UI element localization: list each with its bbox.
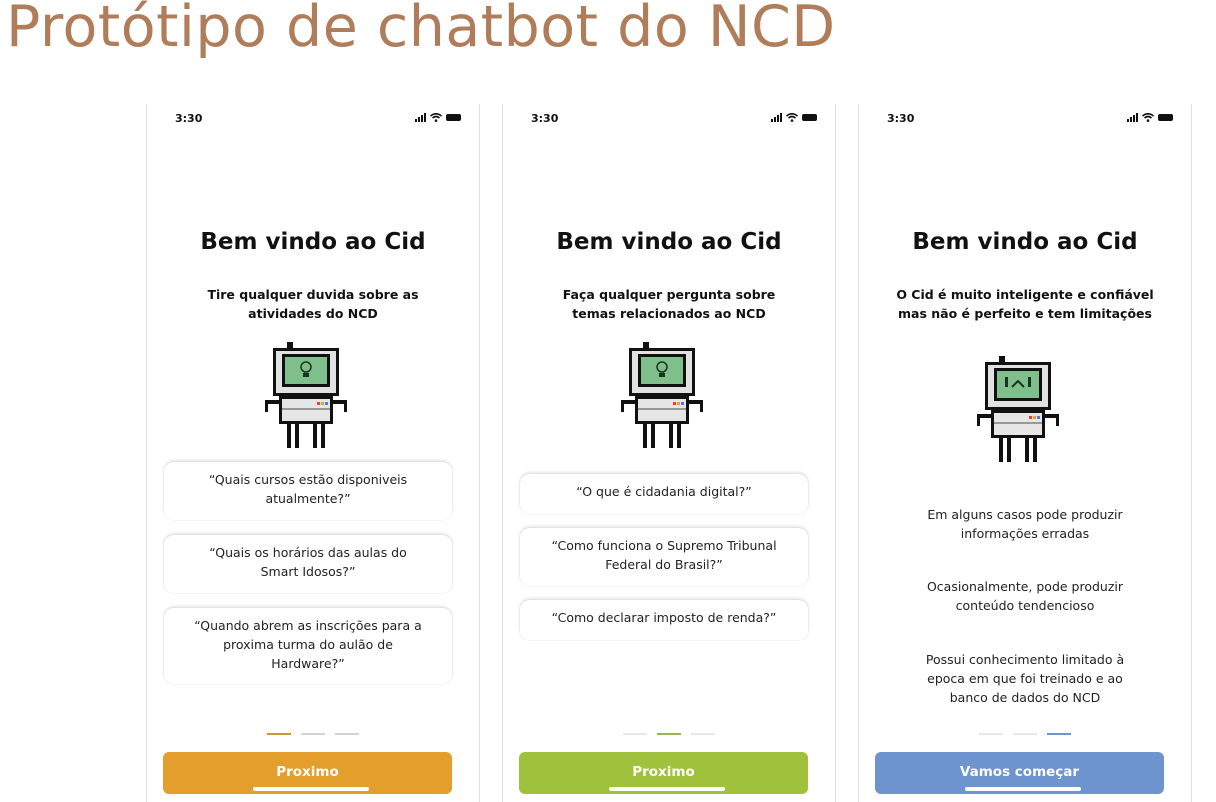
page-dot	[301, 733, 325, 735]
status-icons	[1127, 113, 1173, 122]
wifi-icon	[430, 113, 442, 122]
signal-icon	[1127, 113, 1138, 122]
robot-lightbulb-icon	[265, 342, 347, 448]
robot-lightbulb-icon	[621, 342, 703, 448]
subtitle: Tire qualquer duvida sobre as atividades…	[207, 287, 419, 321]
robot-sad-face-icon	[977, 356, 1059, 462]
wifi-icon	[1142, 113, 1154, 122]
example-question-card[interactable]: “Como funciona o Supremo Tribunal Federa…	[520, 528, 808, 586]
home-indicator	[253, 787, 369, 791]
subtitle: Faça qualquer pergunta sobre temas relac…	[562, 287, 776, 321]
status-time: 3:30	[175, 112, 203, 125]
page-indicator	[859, 733, 1191, 735]
welcome-heading: Bem vindo ao Cid	[556, 229, 782, 255]
page-indicator	[147, 733, 479, 735]
limitation-item: Ocasionalmente, pode produzir conteúdo t…	[926, 579, 1124, 613]
page-dot	[623, 733, 647, 735]
battery-icon	[1158, 114, 1173, 121]
page-dot	[979, 733, 1003, 735]
home-indicator	[965, 787, 1081, 791]
welcome-heading: Bem vindo ao Cid	[200, 229, 426, 255]
subtitle: O Cid é muito inteligente e confiável ma…	[896, 287, 1154, 321]
status-icons	[771, 113, 817, 122]
example-question-card[interactable]: “O que é cidadania digital?”	[520, 474, 808, 514]
status-time: 3:30	[887, 112, 915, 125]
example-question-card[interactable]: “Quais os horários das aulas do Smart Id…	[164, 535, 452, 593]
status-icons	[415, 113, 461, 122]
status-time: 3:30	[531, 112, 559, 125]
home-indicator	[609, 787, 725, 791]
page-dot-active	[1047, 733, 1071, 735]
limitation-item: Possui conhecimento limitado à epoca em …	[925, 652, 1125, 705]
page-indicator	[503, 733, 835, 735]
phone-screen-3: 3:30 Bem vindo ao Cid O Cid é muito inte…	[858, 104, 1192, 802]
example-question-card[interactable]: “Como declarar imposto de renda?”	[520, 600, 808, 640]
limitation-item: Em alguns casos pode produzir informaçõe…	[927, 507, 1123, 541]
wifi-icon	[786, 113, 798, 122]
example-question-card[interactable]: “Quando abrem as inscrições para a proxi…	[164, 608, 452, 684]
page-dot-active	[267, 733, 291, 735]
phone-screen-1: 3:30 Bem vindo ao Cid Tire qualquer duvi…	[146, 104, 480, 802]
signal-icon	[771, 113, 782, 122]
page-dot	[1013, 733, 1037, 735]
phone-screen-2: 3:30 Bem vindo ao Cid Faça qualquer perg…	[502, 104, 836, 802]
battery-icon	[446, 114, 461, 121]
page-dot-active	[657, 733, 681, 735]
page-dot	[335, 733, 359, 735]
page-dot	[691, 733, 715, 735]
example-question-card[interactable]: “Quais cursos estão disponiveis atualmen…	[164, 462, 452, 520]
battery-icon	[802, 114, 817, 121]
page-title: Protótipo de chatbot do NCD	[6, 0, 836, 60]
welcome-heading: Bem vindo ao Cid	[912, 229, 1138, 255]
signal-icon	[415, 113, 426, 122]
